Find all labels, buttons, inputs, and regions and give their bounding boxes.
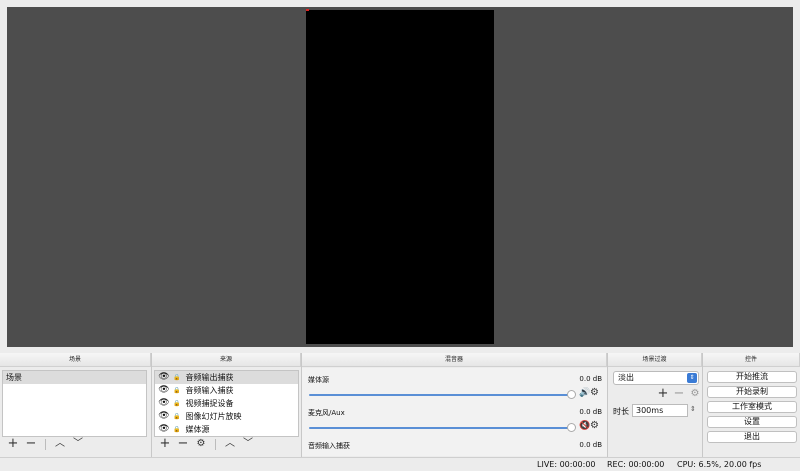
toolbar-divider [215, 438, 216, 450]
rec-timer: REC: 00:00:00 [607, 460, 665, 469]
settings-button[interactable]: 设置 [707, 416, 797, 428]
add-source-button[interactable]: + [158, 437, 172, 451]
add-transition-button[interactable]: + [656, 387, 670, 401]
transitions-dock-title: 场景过渡 [608, 353, 702, 367]
studio-mode-button[interactable]: 工作室模式 [707, 401, 797, 413]
move-source-down-button[interactable]: ﹀ [241, 437, 255, 451]
source-item[interactable]: 👁 🔒 媒体源 [155, 423, 298, 436]
lock-icon[interactable]: 🔒 [173, 423, 180, 436]
move-source-up-button[interactable]: ︿ [223, 437, 237, 451]
channel-name: 音频输入捕获 [308, 442, 350, 450]
volume-slider[interactable] [309, 394, 571, 396]
add-scene-button[interactable]: + [6, 437, 20, 451]
eye-icon[interactable]: 👁 [158, 384, 170, 397]
source-item-label: 视频捕捉设备 [185, 399, 234, 408]
source-item-label: 音频输入捕获 [185, 386, 234, 395]
remove-source-button[interactable]: − [176, 437, 190, 451]
start-streaming-button[interactable]: 开始推流 [707, 371, 797, 383]
toolbar-divider [45, 438, 46, 450]
volume-slider-handle[interactable] [567, 390, 576, 399]
channel-db: 0.0 dB [579, 408, 602, 416]
mixer-channel: 麦克风/Aux 0.0 dB 🔇 ⚙ [305, 407, 605, 437]
eye-icon[interactable]: 👁 [158, 423, 170, 436]
lock-icon[interactable]: 🔒 [173, 371, 180, 384]
eye-icon[interactable]: 👁 [158, 371, 170, 384]
transitions-toolbar: + − ⚙ [652, 387, 702, 401]
scene-item-label: 场景 [6, 373, 22, 382]
exit-button[interactable]: 退出 [707, 431, 797, 443]
sources-toolbar: + − ⚙ ︿ ﹀ [154, 437, 299, 451]
mixer-channel: 媒体源 0.0 dB 🔊 ⚙ [305, 374, 605, 404]
sources-dock: 来源 👁 🔒 音频输出捕获 👁 🔒 音频输入捕获 👁 🔒 视频捕捉设备 👁 🔒 … [152, 353, 301, 457]
cpu-fps-readout: CPU: 6.5%, 20.00 fps [677, 460, 762, 469]
duration-input[interactable]: 300ms [632, 404, 688, 417]
live-timer: LIVE: 00:00:00 [537, 460, 596, 469]
sources-list[interactable]: 👁 🔒 音频输出捕获 👁 🔒 音频输入捕获 👁 🔒 视频捕捉设备 👁 🔒 图像幻… [154, 370, 299, 437]
status-bar: LIVE: 00:00:00 REC: 00:00:00 CPU: 6.5%, … [0, 457, 800, 471]
channel-db: 0.0 dB [579, 441, 602, 449]
mixer-dock-title: 混音器 [302, 353, 607, 367]
transition-select-value: 淡出 [618, 373, 634, 382]
remove-scene-button[interactable]: − [24, 437, 38, 451]
eye-icon[interactable]: 👁 [158, 410, 170, 423]
move-scene-up-button[interactable]: ︿ [53, 437, 67, 451]
canvas-corner-marker [306, 9, 309, 11]
channel-name: 麦克风/Aux [308, 409, 345, 417]
remove-transition-button[interactable]: − [672, 387, 686, 401]
lock-icon[interactable]: 🔒 [173, 384, 180, 397]
eye-icon[interactable]: 👁 [158, 397, 170, 410]
scenes-dock: 场景 场景 + − ︿ ﹀ [0, 353, 151, 457]
channel-name: 媒体源 [308, 376, 329, 384]
source-item-label: 图像幻灯片放映 [185, 412, 242, 421]
transitions-dock: 场景过渡 淡出 ⇕ + − ⚙ 时长 300ms ⇕ [608, 353, 702, 457]
source-item[interactable]: 👁 🔒 音频输出捕获 [155, 371, 298, 384]
sources-dock-title: 来源 [152, 353, 301, 367]
duration-value: 300ms [636, 406, 664, 415]
source-item[interactable]: 👁 🔒 图像幻灯片放映 [155, 410, 298, 423]
program-canvas[interactable] [306, 10, 494, 344]
preview-area [0, 0, 800, 352]
select-arrows-icon: ⇕ [687, 373, 697, 383]
channel-gear-icon[interactable]: ⚙ [590, 420, 599, 431]
volume-slider-handle[interactable] [567, 423, 576, 432]
source-item-label: 音频输出捕获 [185, 373, 234, 382]
move-scene-down-button[interactable]: ﹀ [71, 437, 85, 451]
mixer-channel: 音频输入捕获 0.0 dB [305, 440, 605, 454]
scene-item[interactable]: 场景 [3, 371, 146, 384]
lock-icon[interactable]: 🔒 [173, 397, 180, 410]
muted-speaker-icon[interactable]: 🔇 [579, 421, 590, 431]
start-recording-button[interactable]: 开始录制 [707, 386, 797, 398]
duration-stepper-icon[interactable]: ⇕ [690, 405, 696, 413]
lock-icon[interactable]: 🔒 [173, 410, 180, 423]
speaker-icon[interactable]: 🔊 [579, 388, 590, 398]
scenes-toolbar: + − ︿ ﹀ [2, 437, 147, 451]
volume-slider[interactable] [309, 427, 571, 429]
source-item[interactable]: 👁 🔒 音频输入捕获 [155, 384, 298, 397]
channel-gear-icon[interactable]: ⚙ [590, 387, 599, 398]
source-properties-gear-icon[interactable]: ⚙ [194, 437, 208, 451]
source-item[interactable]: 👁 🔒 视频捕捉设备 [155, 397, 298, 410]
channel-db: 0.0 dB [579, 375, 602, 383]
scenes-list[interactable]: 场景 [2, 370, 147, 437]
controls-dock-title: 控件 [703, 353, 800, 367]
transition-gear-icon[interactable]: ⚙ [688, 387, 702, 401]
duration-label: 时长 [613, 407, 629, 416]
scenes-dock-title: 场景 [0, 353, 151, 367]
transition-select[interactable]: 淡出 ⇕ [613, 371, 699, 385]
source-item-label: 媒体源 [185, 425, 210, 434]
